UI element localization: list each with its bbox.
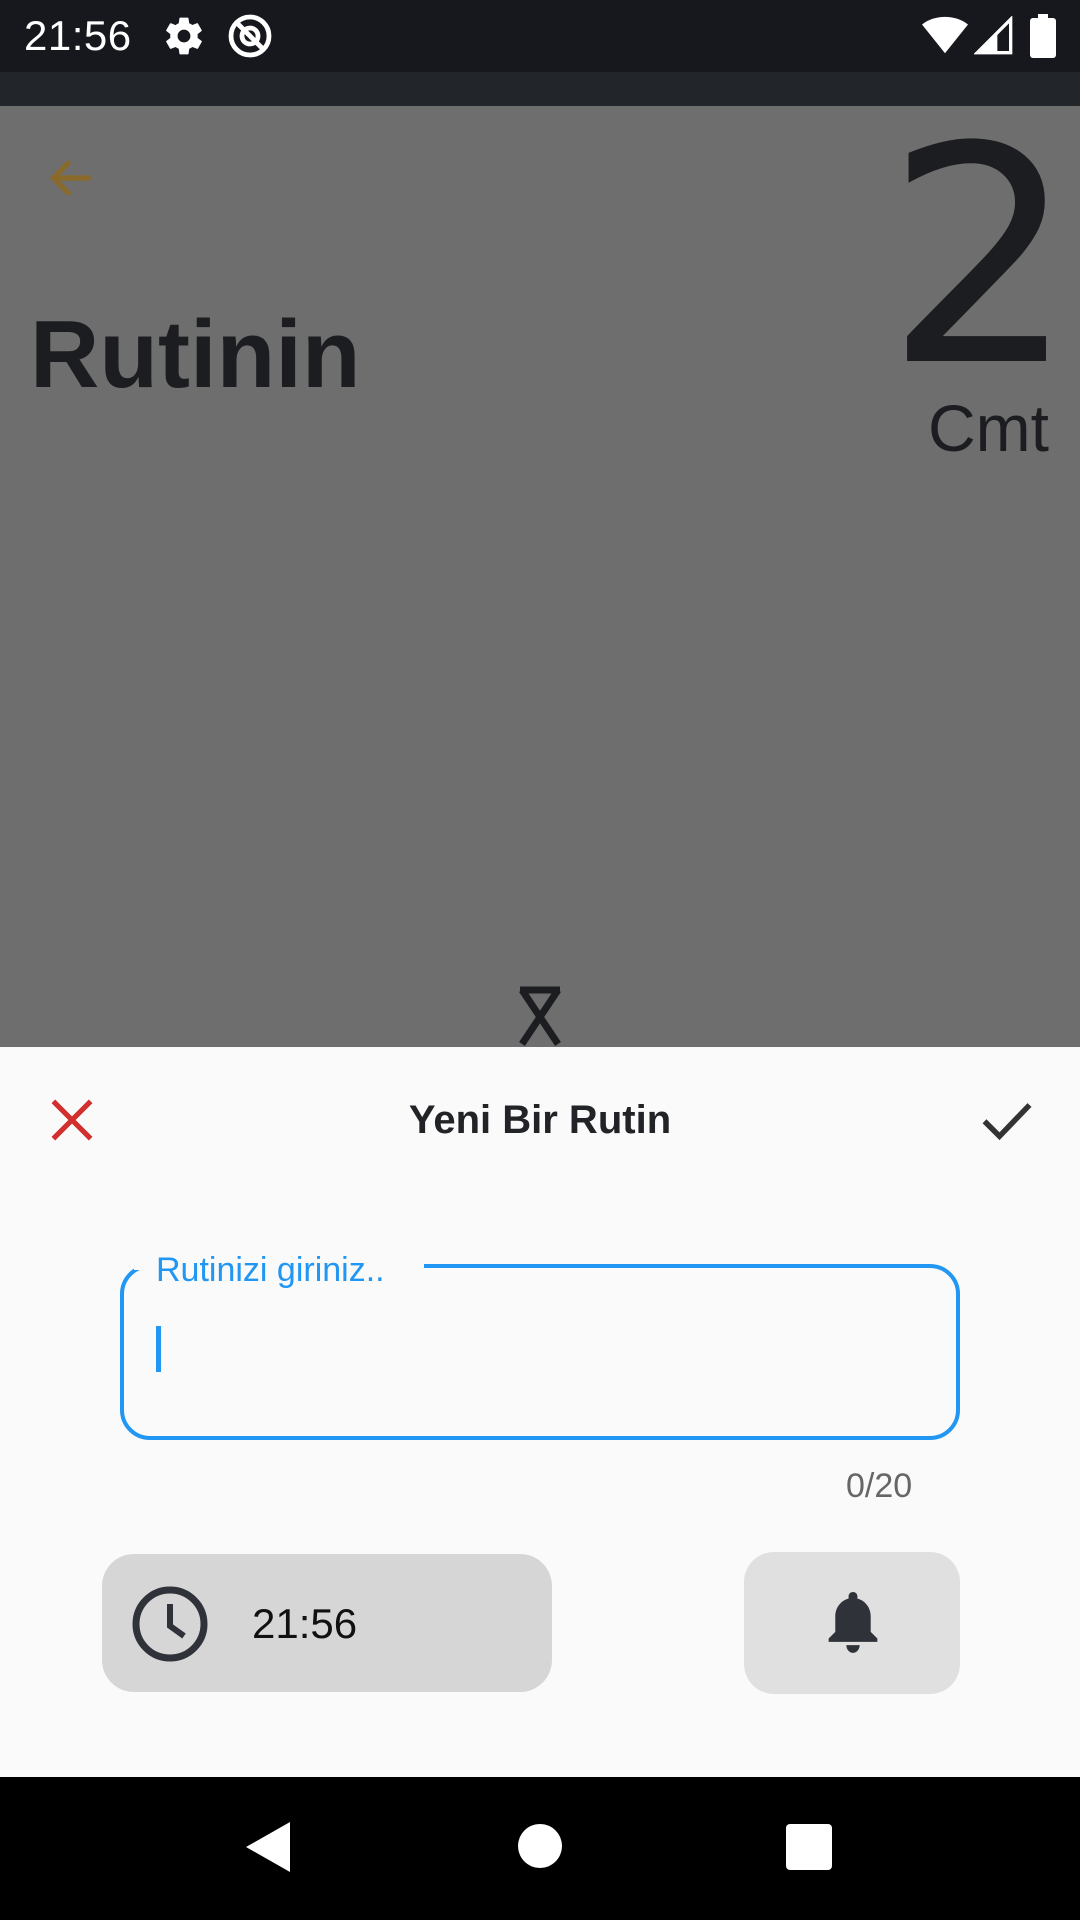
page-title: Rutinin [30, 301, 361, 408]
home-circle-icon[interactable] [518, 1824, 562, 1868]
text-cursor [156, 1326, 161, 1372]
time-picker-label: 21:56 [252, 1600, 358, 1647]
routine-input-label: Rutinizi giriniz.. [156, 1251, 385, 1289]
wifi-icon [922, 16, 968, 54]
hourglass-icon[interactable] [512, 986, 568, 1048]
check-icon[interactable] [976, 1090, 1038, 1150]
cell-signal-icon [974, 16, 1013, 55]
arrow-left-icon[interactable] [44, 150, 100, 206]
status-time: 21:56 [24, 12, 132, 59]
routine-count: 2 [885, 83, 1076, 432]
bell-icon [828, 1592, 878, 1653]
character-counter: 0/20 [846, 1467, 913, 1505]
gear-icon [166, 17, 202, 55]
status-bar: 21:56 [0, 0, 1080, 72]
recents-square-icon[interactable] [786, 1824, 832, 1870]
at-sign-icon [228, 14, 272, 58]
back-triangle-icon[interactable] [244, 1820, 292, 1874]
clock-icon [132, 1586, 208, 1662]
routine-input-field[interactable] [120, 1264, 960, 1440]
routine-count-unit: Cmt [928, 391, 1049, 465]
sheet-title: Yeni Bir Rutin [408, 1098, 672, 1142]
battery-icon [1030, 14, 1056, 58]
